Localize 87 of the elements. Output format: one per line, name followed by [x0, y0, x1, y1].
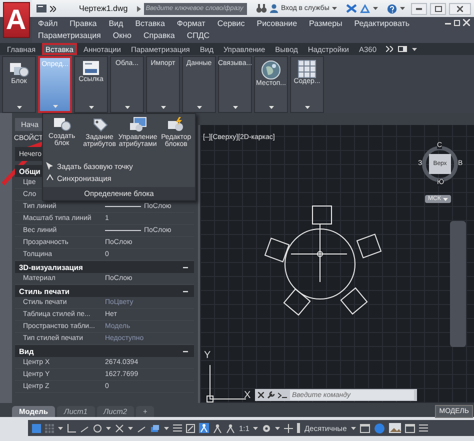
caret-icon[interactable]: [373, 7, 378, 10]
blocks-icon: [52, 117, 71, 131]
menu-item[interactable]: Правка: [70, 18, 97, 30]
minimize-icon: [416, 8, 422, 10]
person-icon[interactable]: [213, 424, 222, 432]
line-sample-icon: [105, 229, 141, 232]
caret-icon[interactable]: [128, 426, 133, 430]
wrench-icon[interactable]: [267, 391, 275, 399]
menu-item[interactable]: Размеры: [309, 18, 342, 30]
menu-item[interactable]: Вставка: [135, 18, 165, 30]
menu-item[interactable]: СПДС: [186, 30, 210, 42]
panel-toggle-icon[interactable]: [398, 46, 407, 52]
close-button[interactable]: [449, 2, 471, 14]
restore-icon[interactable]: [454, 19, 461, 26]
slash-icon[interactable]: [137, 424, 146, 432]
user-icon[interactable]: [270, 4, 278, 13]
image-icon[interactable]: [388, 423, 401, 433]
menu-item[interactable]: Сервис: [217, 18, 245, 30]
document-icon[interactable]: [36, 4, 47, 13]
caret-icon[interactable]: [275, 426, 280, 430]
cross-icon[interactable]: [115, 424, 124, 432]
double-chevron-icon[interactable]: [50, 6, 56, 12]
table-icon: [298, 60, 316, 78]
chevron-icon: [136, 6, 141, 12]
window-icon[interactable]: [360, 424, 370, 432]
binoculars-icon[interactable]: [256, 4, 267, 13]
pen-icon[interactable]: [186, 424, 195, 432]
axis-label: Y: [204, 351, 211, 361]
menu-item[interactable]: Рисование: [256, 18, 298, 30]
slash-icon[interactable]: [80, 424, 89, 432]
bar-icon[interactable]: [297, 423, 300, 433]
maximize-button[interactable]: [430, 2, 446, 14]
caret-icon[interactable]: [58, 426, 63, 430]
triangle-icon[interactable]: [360, 4, 370, 13]
caret-icon: [160, 106, 166, 109]
caret-icon: [124, 106, 130, 109]
menu-item[interactable]: Файл: [38, 18, 58, 30]
person-icon[interactable]: [199, 423, 209, 433]
caret-icon: [232, 106, 238, 109]
caret-icon: [268, 106, 274, 109]
lightning-icon: [167, 117, 186, 132]
document-title: Чертеж1.dwg: [79, 4, 128, 13]
person-icon[interactable]: [226, 424, 235, 432]
menu-icon[interactable]: [173, 424, 182, 432]
exchange-icon[interactable]: [346, 4, 358, 13]
close-icon: [457, 6, 464, 12]
caret-icon: [304, 106, 310, 109]
menu-item[interactable]: Окно: [112, 30, 132, 42]
caret-icon: [52, 105, 58, 108]
caret-icon[interactable]: [164, 426, 169, 430]
angle-icon[interactable]: [67, 424, 76, 432]
square-icon[interactable]: [32, 424, 41, 432]
window-icon: [128, 117, 147, 132]
line-sample-icon: [105, 205, 141, 208]
caret-icon: [442, 198, 448, 200]
menu-icon[interactable]: [418, 424, 428, 432]
tag-icon: [92, 117, 108, 132]
window-icon[interactable]: [404, 424, 415, 432]
blocks-icon: [9, 60, 29, 78]
document-icon: [82, 60, 100, 76]
caret-icon[interactable]: [332, 7, 338, 10]
menu-item[interactable]: Формат: [176, 18, 206, 30]
menu-item[interactable]: Справка: [143, 30, 175, 42]
caret-icon[interactable]: [350, 426, 356, 430]
circle-icon[interactable]: [93, 424, 102, 432]
caret-icon[interactable]: [412, 48, 417, 50]
caret-icon: [16, 106, 22, 109]
maximize-icon: [434, 6, 442, 12]
app-logo[interactable]: A: [2, 2, 30, 38]
caret-icon: [88, 106, 94, 109]
plus-icon[interactable]: [284, 424, 294, 432]
help-icon[interactable]: [387, 4, 398, 14]
menu-item[interactable]: Вид: [108, 18, 124, 30]
globe-icon: [261, 60, 281, 80]
minimize-button[interactable]: [411, 2, 428, 14]
prompt-icon[interactable]: [278, 392, 287, 398]
caret-icon[interactable]: [253, 426, 258, 430]
close-icon[interactable]: [258, 392, 264, 398]
sync-icon: [46, 174, 54, 182]
caret-icon[interactable]: [106, 426, 111, 430]
gear-icon[interactable]: [262, 424, 272, 432]
caret-icon[interactable]: [400, 7, 406, 10]
layers-icon[interactable]: [150, 424, 160, 432]
axis-label: X: [244, 391, 251, 401]
menu-item[interactable]: Редактировать: [354, 18, 410, 30]
caret-icon: [196, 106, 202, 109]
menu-item[interactable]: Параметризация: [38, 30, 101, 42]
